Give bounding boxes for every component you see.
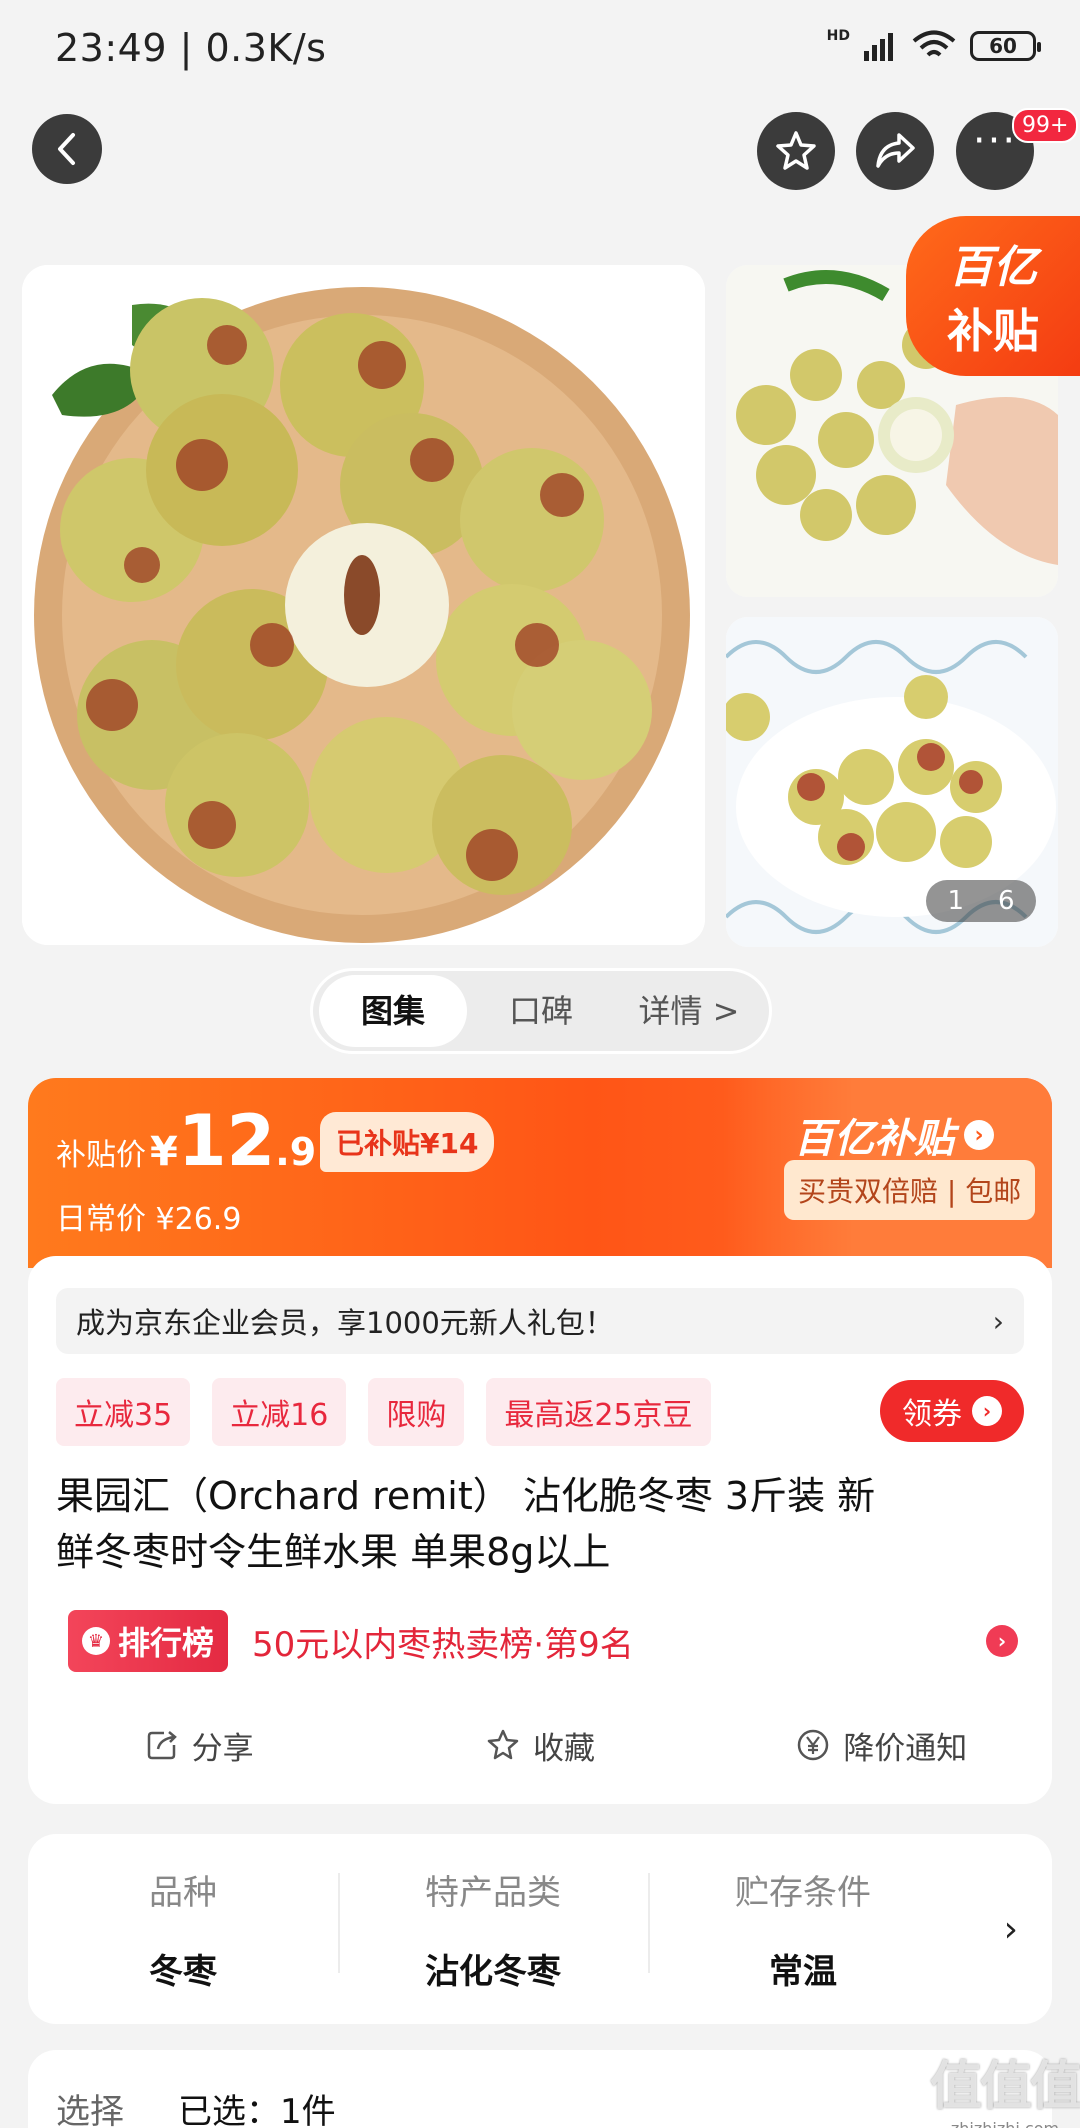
billion-subsidy-link[interactable]: 百亿补贴 › <box>794 1106 994 1164</box>
member-banner-text: 成为京东企业会员，享1000元新人礼包！ <box>76 1306 614 1340</box>
spec-value: 沾化冬枣 <box>425 1952 561 1992</box>
wifi-icon <box>912 30 956 57</box>
subsidy-corner-line1: 百亿 <box>949 242 1037 293</box>
spec-category: 特产品类 沾化冬枣 <box>338 1865 648 1993</box>
product-actions: 分享 收藏 降价通知 <box>28 1710 1052 1780</box>
spec-variety: 品种 冬枣 <box>28 1865 338 1993</box>
price-integer: 12 <box>177 1100 276 1182</box>
subsidy-corner-line2: 补贴 <box>947 304 1039 358</box>
hd-indicator: HD <box>826 28 850 44</box>
product-title: 果园汇（Orchard remit） 沾化脆冬枣 3斤装 新 鲜冬枣时令生鲜水果… <box>56 1468 1026 1580</box>
chevron-right-circle-icon: › <box>986 1625 1018 1657</box>
daily-price: 日常价 ¥26.9 <box>56 1202 242 1237</box>
tab-details[interactable]: 详情 > <box>615 975 763 1047</box>
chevron-right-circle-icon: › <box>964 1120 994 1150</box>
main-product-image[interactable] <box>22 265 705 945</box>
status-bar: 23:49 | 0.3K/s HD 60 <box>0 0 1080 100</box>
share-button[interactable] <box>856 112 934 190</box>
image-counter-current: 1 <box>947 886 964 916</box>
product-title-line1: 果园汇（Orchard remit） 沾化脆冬枣 3斤装 新 <box>56 1474 876 1518</box>
price-banner: 补贴价 ¥ 12 .9 已补贴¥14 日常价 ¥26.9 百亿补贴 › 买贵双倍… <box>28 1078 1052 1268</box>
share-action[interactable]: 分享 <box>28 1710 369 1780</box>
billion-subsidy-label: 百亿补贴 <box>794 1116 954 1162</box>
ranking-badge: ♛ 排行榜 <box>68 1610 229 1672</box>
price-currency: ¥ <box>150 1129 178 1175</box>
tab-reviews[interactable]: 口碑 <box>467 975 615 1047</box>
image-counter-total: 6 <box>998 886 1015 916</box>
promo-tag[interactable]: 限购 <box>368 1378 465 1446</box>
selection-label: 选择 <box>56 2092 124 2128</box>
share-icon <box>147 1731 177 1760</box>
spec-value: 常温 <box>769 1952 837 1992</box>
signal-icon <box>864 33 893 61</box>
promo-tag[interactable]: 立减16 <box>212 1378 347 1446</box>
trophy-icon: ♛ <box>82 1627 110 1655</box>
chevron-left-icon <box>58 133 75 165</box>
price-decimal: .9 <box>275 1130 317 1174</box>
subsidy-price: 补贴价 ¥ 12 .9 <box>56 1106 316 1176</box>
watermark-text: 值值值 <box>930 2057 1080 2117</box>
share-label: 分享 <box>191 1730 254 1767</box>
ranking-badge-label: 排行榜 <box>118 1624 215 1662</box>
promo-tag[interactable]: 立减35 <box>56 1378 191 1446</box>
favorite-label: 收藏 <box>532 1730 595 1767</box>
subsidy-amount-tag: 已补贴¥14 <box>320 1112 495 1172</box>
jujube-bowl-image <box>22 265 705 945</box>
promo-tag[interactable]: 最高返25京豆 <box>486 1378 711 1446</box>
product-info-card: 成为京东企业会员，享1000元新人礼包！ › 立减35 立减16 限购 最高返2… <box>28 1256 1052 1804</box>
chevron-right-circle-icon: › <box>972 1396 1002 1426</box>
tab-gallery[interactable]: 图集 <box>319 975 467 1047</box>
favorite-button[interactable] <box>757 112 835 190</box>
favorite-action[interactable]: 收藏 <box>369 1710 710 1780</box>
share-arrow-icon <box>876 133 915 168</box>
promo-tags: 立减35 立减16 限购 最高返25京豆 <box>56 1378 711 1446</box>
specs-card[interactable]: 品种 冬枣 特产品类 沾化冬枣 贮存条件 常温 › <box>28 1834 1052 2024</box>
ranking-row[interactable]: ♛ 排行榜 50元以内枣热卖榜·第9名 › <box>68 1608 1018 1674</box>
watermark-url: zhizhizhi.com <box>930 2119 1080 2128</box>
subsidy-price-label: 补贴价 <box>56 1138 146 1173</box>
spec-label: 品种 <box>149 1873 217 1913</box>
star-icon <box>776 131 816 170</box>
spec-label: 特产品类 <box>425 1873 561 1913</box>
product-title-line2: 鲜冬枣时令生鲜水果 单果8g以上 <box>56 1530 611 1574</box>
price-alert-action[interactable]: 降价通知 <box>711 1710 1052 1780</box>
star-outline-icon <box>487 1729 519 1760</box>
status-icons: HD 60 <box>826 28 1041 62</box>
more-dots-icon: ··· <box>972 118 1018 164</box>
spec-label: 贮存条件 <box>735 1873 871 1913</box>
watermark-logo: 值值值 zhizhizhi.com <box>930 2044 1080 2128</box>
enterprise-member-banner[interactable]: 成为京东企业会员，享1000元新人礼包！ › <box>56 1288 1024 1354</box>
price-alert-label: 降价通知 <box>843 1730 968 1767</box>
guarantee-tag[interactable]: 买贵双倍赔 | 包邮 <box>784 1160 1036 1220</box>
battery-icon: 60 <box>970 31 1041 61</box>
selection-value: 已选：1件 <box>178 2092 336 2128</box>
spec-storage: 贮存条件 常温 <box>648 1865 958 1993</box>
media-segment-control: 图集 口碑 详情 > <box>310 968 772 1054</box>
chevron-right-icon: › <box>1003 1908 1018 1950</box>
coupon-label: 领券 <box>902 1397 962 1432</box>
yen-circle-icon <box>798 1729 829 1761</box>
get-coupon-button[interactable]: 领券 › <box>880 1380 1024 1442</box>
selection-row[interactable]: 选择 已选：1件 <box>28 2050 1052 2128</box>
subsidy-corner-badge: 百亿 补贴 <box>906 216 1080 376</box>
notification-badge: 99+ <box>1012 108 1079 143</box>
status-time: 23:49 | 0.3K/s <box>55 26 327 70</box>
image-counter: 1 6 <box>926 880 1036 922</box>
spec-value: 冬枣 <box>149 1952 217 1992</box>
ranking-text: 50元以内枣热卖榜·第9名 <box>252 1624 634 1665</box>
back-button[interactable] <box>32 114 102 184</box>
chevron-right-icon: › <box>992 1304 1004 1338</box>
